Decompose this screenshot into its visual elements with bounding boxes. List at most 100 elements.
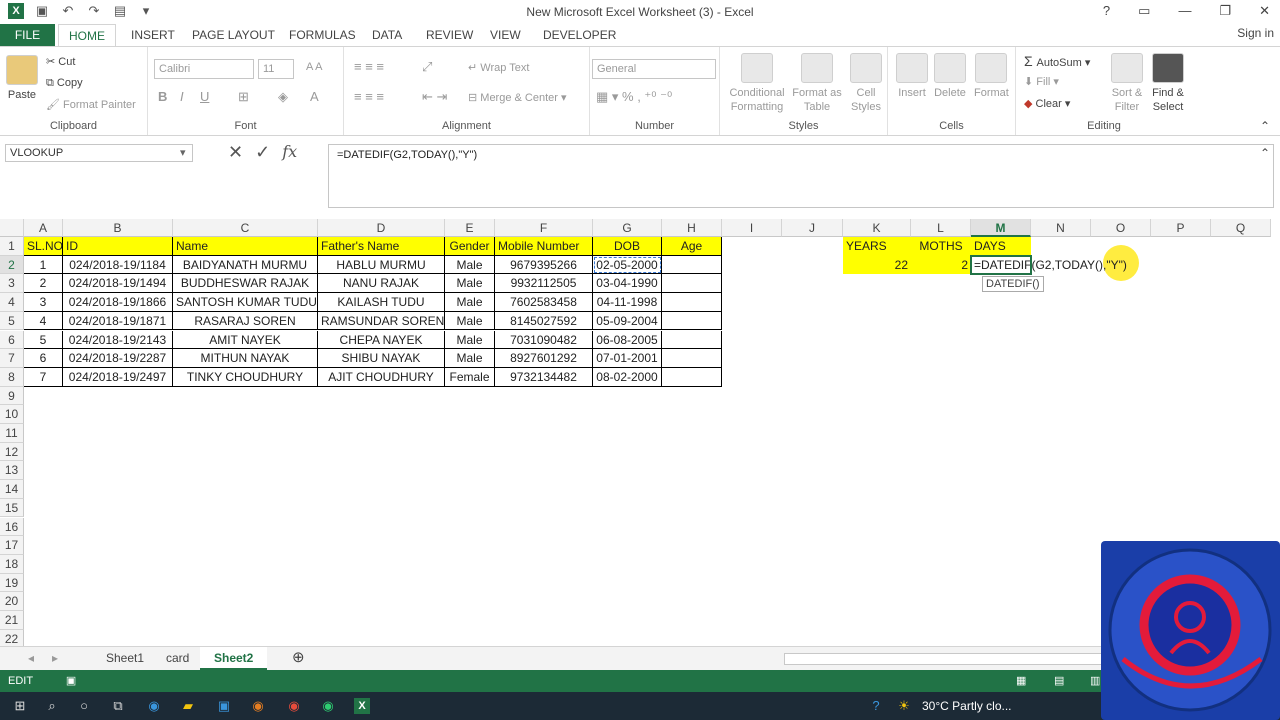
- table-cell[interactable]: 9732134482: [495, 367, 593, 387]
- app-icon[interactable]: ◉: [320, 698, 336, 714]
- tab-developer[interactable]: DEVELOPER: [533, 24, 626, 46]
- table-cell[interactable]: 024/2018-19/1871: [63, 311, 173, 331]
- table-cell[interactable]: Male: [445, 330, 495, 350]
- age-cell[interactable]: [662, 330, 722, 350]
- page-break-view-icon[interactable]: ▥: [1090, 670, 1100, 692]
- number-format-select[interactable]: General: [592, 59, 716, 79]
- column-header-i[interactable]: I: [722, 219, 782, 237]
- help-taskbar-icon[interactable]: ?: [868, 698, 884, 714]
- column-header-q[interactable]: Q: [1211, 219, 1271, 237]
- paste-button[interactable]: Paste: [6, 55, 38, 102]
- table-cell[interactable]: CHEPA NAYEK: [318, 330, 445, 350]
- orientation-icon[interactable]: ⤢: [422, 59, 432, 75]
- row-header-20[interactable]: 20: [0, 592, 24, 611]
- italic-icon[interactable]: I: [180, 89, 184, 104]
- column-header-m[interactable]: M: [971, 219, 1031, 237]
- weather-icon[interactable]: ☀: [896, 698, 912, 714]
- column-header-c[interactable]: C: [173, 219, 318, 237]
- enter-icon[interactable]: ✓: [255, 142, 270, 163]
- table-cell[interactable]: 024/2018-19/2287: [63, 349, 173, 368]
- table-cell[interactable]: 9679395266: [495, 255, 593, 275]
- delete-cells-button[interactable]: Delete: [934, 53, 966, 100]
- table-cell[interactable]: 024/2018-19/2497: [63, 367, 173, 387]
- table-header-cell[interactable]: DOB: [593, 237, 662, 256]
- column-header-e[interactable]: E: [445, 219, 495, 237]
- table-cell[interactable]: NANU RAJAK: [318, 274, 445, 294]
- new-sheet-icon[interactable]: ⊕: [278, 647, 319, 670]
- row-header-2[interactable]: 2: [0, 255, 24, 275]
- table-cell[interactable]: 04-11-1998: [593, 293, 662, 312]
- row-header-16[interactable]: 16: [0, 517, 24, 537]
- row-header-11[interactable]: 11: [0, 424, 24, 443]
- table-cell[interactable]: 024/2018-19/1866: [63, 293, 173, 312]
- moths-value[interactable]: 2: [911, 255, 971, 275]
- active-cell-editor[interactable]: =DATEDIF(G2,TODAY(),"Y"): [970, 254, 1127, 276]
- row-header-21[interactable]: 21: [0, 611, 24, 630]
- firefox-icon[interactable]: ◉: [250, 698, 266, 714]
- tab-file[interactable]: FILE: [0, 24, 55, 46]
- align-left-icon[interactable]: ≡ ≡ ≡: [354, 89, 384, 104]
- table-header-cell[interactable]: Father's Name: [318, 237, 445, 256]
- row-header-15[interactable]: 15: [0, 498, 24, 518]
- name-box-dropdown-icon[interactable]: ▾: [180, 146, 186, 159]
- table-cell[interactable]: 05-09-2004: [593, 311, 662, 331]
- tab-data[interactable]: DATA: [362, 24, 412, 46]
- wrap-text-button[interactable]: ↵ Wrap Text: [468, 61, 529, 74]
- underline-icon[interactable]: U: [200, 89, 209, 104]
- edge-icon[interactable]: ◉: [146, 698, 162, 714]
- row-header-18[interactable]: 18: [0, 554, 24, 574]
- screen-recorder-icon[interactable]: ◉: [286, 698, 302, 714]
- age-cell[interactable]: [662, 311, 722, 331]
- table-cell[interactable]: 024/2018-19/1494: [63, 274, 173, 294]
- table-header-cell[interactable]: SL.NO: [24, 237, 63, 256]
- row-header-8[interactable]: 8: [0, 367, 24, 387]
- table-cell[interactable]: TINKY CHOUDHURY: [173, 367, 318, 387]
- column-header-o[interactable]: O: [1091, 219, 1151, 237]
- task-view-icon[interactable]: ⧉: [110, 698, 126, 714]
- column-header-j[interactable]: J: [782, 219, 843, 237]
- column-header-a[interactable]: A: [24, 219, 63, 237]
- fill-button[interactable]: ⬇ Fill ▾: [1024, 75, 1059, 88]
- table-cell[interactable]: SHIBU NAYAK: [318, 349, 445, 368]
- table-cell[interactable]: 02-05-2000: [593, 255, 662, 275]
- formula-input[interactable]: =DATEDIF(G2,TODAY(),"Y"): [328, 144, 1274, 208]
- row-header-17[interactable]: 17: [0, 536, 24, 555]
- borders-icon[interactable]: ⊞: [238, 89, 249, 105]
- years-header[interactable]: YEARS: [843, 237, 911, 256]
- tab-view[interactable]: VIEW: [480, 24, 531, 46]
- moths-header[interactable]: MOTHS: [911, 237, 971, 256]
- close-icon[interactable]: ✕: [1259, 3, 1270, 19]
- column-header-p[interactable]: P: [1151, 219, 1211, 237]
- table-header-cell[interactable]: Age: [662, 237, 722, 256]
- weather-text[interactable]: 30°C Partly clo...: [922, 699, 1012, 713]
- next-sheet-icon[interactable]: ▸: [38, 647, 72, 670]
- row-header-12[interactable]: 12: [0, 442, 24, 462]
- row-header-10[interactable]: 10: [0, 405, 24, 424]
- table-cell[interactable]: BAIDYANATH MURMU: [173, 255, 318, 275]
- table-cell[interactable]: Male: [445, 349, 495, 368]
- table-cell[interactable]: 024/2018-19/1184: [63, 255, 173, 275]
- table-cell[interactable]: 9932112505: [495, 274, 593, 294]
- table-cell[interactable]: 06-08-2005: [593, 330, 662, 350]
- font-name-select[interactable]: Calibri: [154, 59, 254, 79]
- collapse-ribbon-icon[interactable]: ⌃: [1260, 119, 1270, 133]
- table-cell[interactable]: HABLU MURMU: [318, 255, 445, 275]
- table-cell[interactable]: AMIT NAYEK: [173, 330, 318, 350]
- table-cell[interactable]: 7: [24, 367, 63, 387]
- table-cell[interactable]: Male: [445, 255, 495, 275]
- row-header-19[interactable]: 19: [0, 573, 24, 593]
- table-cell[interactable]: 6: [24, 349, 63, 368]
- ribbon-display-icon[interactable]: ▭: [1138, 3, 1150, 19]
- table-cell[interactable]: 8927601292: [495, 349, 593, 368]
- tab-home[interactable]: HOME: [58, 24, 116, 46]
- row-header-3[interactable]: 3: [0, 274, 24, 294]
- clear-button[interactable]: ◆ Clear ▾: [1024, 97, 1070, 110]
- windows-start-icon[interactable]: ⊞: [12, 698, 28, 714]
- table-cell[interactable]: 024/2018-19/2143: [63, 330, 173, 350]
- file-explorer-icon[interactable]: ▰: [180, 698, 196, 714]
- indent-icon[interactable]: ⇤ ⇥: [422, 89, 447, 105]
- table-cell[interactable]: 03-04-1990: [593, 274, 662, 294]
- format-painter-button[interactable]: 🖌 Format Painter: [46, 98, 136, 111]
- font-size-select[interactable]: 11: [258, 59, 294, 79]
- column-header-g[interactable]: G: [593, 219, 662, 237]
